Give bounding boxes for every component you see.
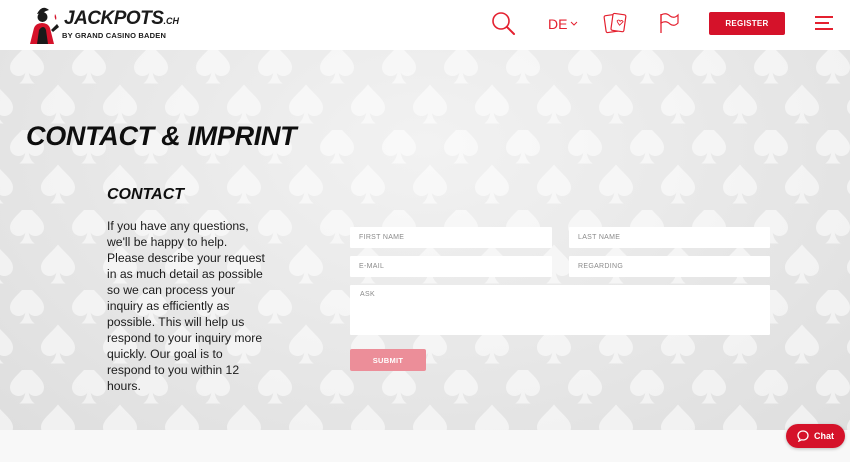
- cards-icon: [603, 12, 627, 34]
- chat-button[interactable]: Chat: [786, 424, 845, 448]
- search-button[interactable]: [490, 10, 516, 36]
- page-title: CONTACT & IMPRINT: [26, 121, 297, 151]
- contact-heading: CONTACT: [107, 186, 185, 203]
- hamburger-line: [815, 16, 833, 18]
- hamburger-line: [815, 28, 833, 30]
- brand-tagline: BY GRAND CASINO BADEN: [62, 31, 167, 40]
- ask-textarea[interactable]: [350, 285, 770, 335]
- site-header: JACKPOTS.CH BY GRAND CASINO BADEN DE REG…: [0, 0, 850, 50]
- brand-logo[interactable]: JACKPOTS.CH BY GRAND CASINO BADEN: [24, 4, 184, 46]
- register-button[interactable]: REGISTER: [709, 12, 785, 35]
- flag-icon: [660, 13, 679, 33]
- first-name-input[interactable]: [350, 227, 552, 248]
- footer-strip: [0, 430, 850, 462]
- language-label: DE: [548, 16, 568, 32]
- hamburger-line: [815, 22, 829, 24]
- flag-button[interactable]: [656, 10, 682, 36]
- logo-figure-icon: [30, 7, 59, 44]
- brand-tld: .CH: [163, 16, 179, 26]
- regarding-input[interactable]: [569, 256, 770, 277]
- submit-button[interactable]: SUBMIT: [350, 349, 426, 371]
- contact-section: CONTACT & IMPRINT CONTACT If you have an…: [0, 50, 850, 430]
- cards-button[interactable]: [602, 10, 628, 36]
- last-name-input[interactable]: [569, 227, 770, 248]
- email-input[interactable]: [350, 256, 552, 277]
- chat-bubble-icon: [797, 430, 809, 442]
- contact-description: If you have any questions, we'll be happ…: [107, 219, 265, 393]
- chat-label: Chat: [814, 431, 834, 441]
- hamburger-menu-button[interactable]: [815, 15, 833, 31]
- brand-name: JACKPOTS: [64, 8, 164, 29]
- language-selector[interactable]: DE: [548, 14, 578, 34]
- search-icon: [492, 12, 515, 35]
- chevron-down-icon: [571, 21, 578, 26]
